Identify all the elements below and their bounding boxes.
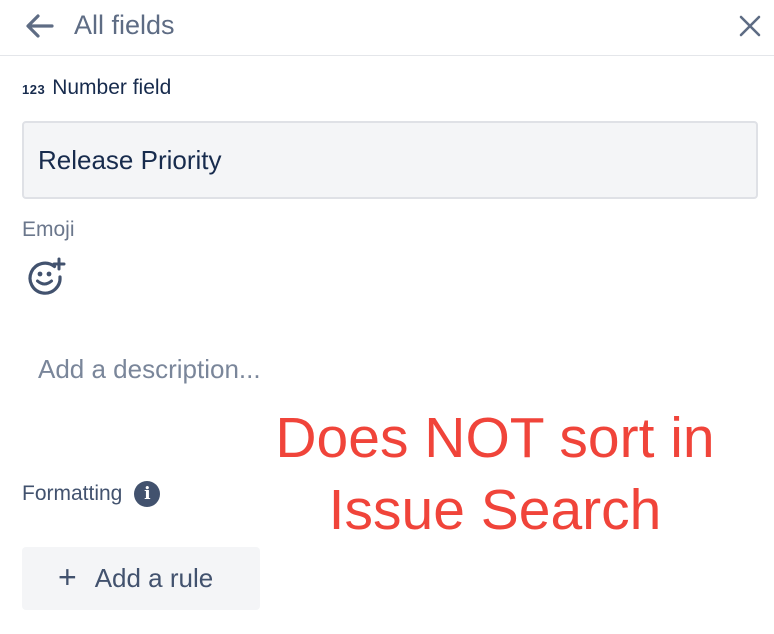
add-emoji-button[interactable] xyxy=(24,256,68,296)
panel-title: All fields xyxy=(74,10,175,40)
formatting-section: Formatting i xyxy=(22,478,161,510)
annotation-line-1: Does NOT sort in xyxy=(275,406,715,470)
add-emoji-icon xyxy=(28,257,66,295)
annotation-line-2: Issue Search xyxy=(328,478,662,542)
annotation-text: Does NOT sort in Issue Search xyxy=(230,402,760,546)
add-rule-button[interactable]: + Add a rule xyxy=(22,547,260,610)
emoji-label: Emoji xyxy=(22,218,75,241)
close-button[interactable] xyxy=(730,6,770,46)
plus-icon: + xyxy=(58,559,77,595)
field-type: 123 Number field xyxy=(22,74,171,102)
field-name-input[interactable] xyxy=(22,121,758,199)
number-field-icon: 123 xyxy=(22,81,46,97)
add-rule-label: Add a rule xyxy=(94,563,214,593)
panel-header: All fields xyxy=(0,0,774,56)
formatting-label: Formatting xyxy=(22,482,123,505)
field-type-label: Number field xyxy=(52,76,172,99)
close-icon xyxy=(739,15,761,37)
arrow-left-icon xyxy=(26,14,54,38)
field-editor-panel: All fields 123 Number field Emoji Add a … xyxy=(0,0,774,634)
info-icon[interactable]: i xyxy=(134,481,161,507)
back-button[interactable] xyxy=(18,6,62,46)
description-field[interactable]: Add a description... xyxy=(22,340,758,400)
